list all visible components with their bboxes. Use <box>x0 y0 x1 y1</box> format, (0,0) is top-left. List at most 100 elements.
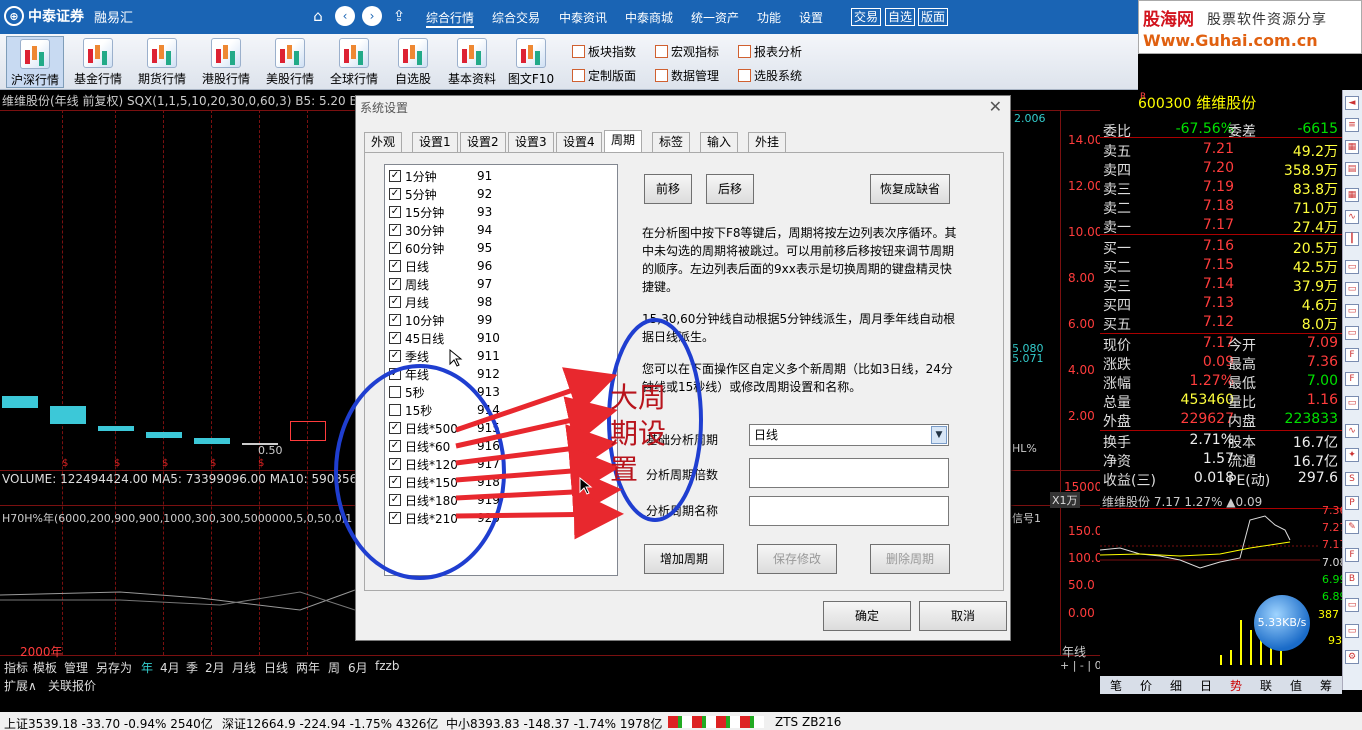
toolbar-link-data-manage[interactable]: 数据管理 <box>655 67 719 84</box>
period-item[interactable]: ✓ 月线 98 <box>389 293 492 311</box>
checkbox[interactable]: ✓ <box>389 368 401 380</box>
toolbar-hs-market[interactable]: 沪深行情 <box>6 36 64 88</box>
upload-icon[interactable]: ⇪ <box>389 6 409 26</box>
list-icon[interactable]: ≡ <box>1345 118 1359 132</box>
multiplier-input[interactable] <box>749 458 949 488</box>
expand-button[interactable]: 扩展∧ <box>4 677 37 694</box>
tab-4月[interactable]: 4月 <box>160 659 180 676</box>
quote-row[interactable]: 卖三 7.19 83.8万 <box>1100 179 1342 198</box>
toolbar-link-stock-picker[interactable]: 选股系统 <box>738 67 802 84</box>
checkbox[interactable]: ✓ <box>389 350 401 362</box>
period-item[interactable]: ✓ 1分钟 91 <box>389 167 492 185</box>
b-icon[interactable]: B <box>1345 572 1359 586</box>
quote-row[interactable]: 涨跌 0.09 最高 7.36 <box>1100 354 1342 373</box>
period-name-input[interactable] <box>749 496 949 526</box>
checkbox[interactable]: ✓ <box>389 458 401 470</box>
add-period-button[interactable]: 增加周期 <box>644 544 724 574</box>
quote-row[interactable]: 收益(三) 0.018 PE(动) 297.6 <box>1100 470 1342 489</box>
delete-period-button[interactable]: 删除周期 <box>870 544 950 574</box>
period-item[interactable]: ✓ 10分钟 99 <box>389 311 492 329</box>
quote-row[interactable]: 买一 7.16 20.5万 <box>1100 238 1342 257</box>
chart-icon[interactable]: ∿ <box>1345 424 1359 438</box>
tab-外观[interactable]: 外观 <box>364 132 403 152</box>
toolbar-fund-market[interactable]: 基金行情 <box>69 36 127 88</box>
tab-年[interactable]: 年 <box>141 659 153 676</box>
menu-综合交易[interactable]: 综合交易 <box>492 9 540 26</box>
period-list[interactable]: ✓ 1分钟 91 ✓ 5分钟 92 ✓ 15分钟 93 ✓ 30分钟 94 ✓ 60分钟 95 ✓ 日线 96 ✓ 周… <box>384 164 618 576</box>
tab-设置2[interactable]: 设置2 <box>460 132 506 152</box>
quote-row[interactable]: 涨幅 1.27% 最低 7.00 <box>1100 373 1342 392</box>
checkbox[interactable]: ✓ <box>389 170 401 182</box>
move-down-button[interactable]: 后移 <box>706 174 754 204</box>
arrow-left-icon[interactable]: ◄ <box>1345 96 1359 110</box>
period-item[interactable]: ✓ 日线*60 916 <box>389 437 500 455</box>
f-icon[interactable]: F <box>1345 348 1359 362</box>
period-item[interactable]: ✓ 60分钟 95 <box>389 239 492 257</box>
checkbox[interactable]: ✓ <box>389 278 401 290</box>
toolbar-f10[interactable]: 图文F10 <box>502 36 560 88</box>
period-item[interactable]: ✓ 5分钟 92 <box>389 185 492 203</box>
menu-中泰资讯[interactable]: 中泰资讯 <box>559 9 607 26</box>
chart-icon[interactable]: ∿ <box>1345 210 1359 224</box>
checkbox[interactable]: ✓ <box>389 494 401 506</box>
right-tab[interactable]: 势 <box>1230 677 1242 694</box>
period-item[interactable]: ✓ 季线 911 <box>389 347 500 365</box>
period-item[interactable]: ✓ 日线 96 <box>389 257 492 275</box>
period-item[interactable]: ✓ 日线*210 920 <box>389 509 500 527</box>
doc-icon[interactable]: ▭ <box>1345 282 1359 296</box>
toolbar-watchlist[interactable]: 自选股 <box>384 36 442 88</box>
period-item[interactable]: ✓ 年线 912 <box>389 365 500 383</box>
checkbox[interactable]: ✓ <box>389 224 401 236</box>
forward-icon[interactable]: › <box>362 6 382 26</box>
checkbox[interactable]: ✓ <box>389 206 401 218</box>
quote-row[interactable]: 换手 2.71% 股本 16.7亿 <box>1100 432 1342 451</box>
doc-icon[interactable]: ▭ <box>1345 326 1359 340</box>
tab-周期[interactable]: 周期 <box>604 130 643 154</box>
right-tab[interactable]: 价 <box>1140 677 1152 694</box>
tab-模板[interactable]: 模板 <box>33 659 57 676</box>
checkbox[interactable]: ✓ <box>389 512 401 524</box>
period-item[interactable]: ✓ 日线*500 915 <box>389 419 500 437</box>
related-quote-button[interactable]: 关联报价 <box>48 677 96 694</box>
right-tab[interactable]: 细 <box>1170 677 1182 694</box>
doc-icon[interactable]: ▭ <box>1345 260 1359 274</box>
checkbox[interactable]: ✓ <box>389 188 401 200</box>
pen-icon[interactable]: ✎ <box>1345 520 1359 534</box>
candle-icon[interactable]: ┃ <box>1345 232 1359 246</box>
quote-row[interactable]: 净资 1.57 流通 16.7亿 <box>1100 451 1342 470</box>
period-item[interactable]: 15秒 914 <box>389 401 500 419</box>
quote-row[interactable]: 买二 7.15 42.5万 <box>1100 257 1342 276</box>
toolbar-basic-info[interactable]: 基本资料 <box>443 36 501 88</box>
checkbox[interactable] <box>389 386 401 398</box>
s-icon[interactable]: S <box>1345 472 1359 486</box>
menu-统一资产[interactable]: 统一资产 <box>691 9 739 26</box>
right-tab[interactable]: 联 <box>1260 677 1272 694</box>
base-period-select[interactable]: 日线 ▼ <box>749 424 949 446</box>
quote-row[interactable]: 买五 7.12 8.0万 <box>1100 314 1342 333</box>
back-icon[interactable]: ‹ <box>335 6 355 26</box>
f-icon[interactable]: F <box>1345 548 1359 562</box>
checkbox[interactable] <box>389 404 401 416</box>
period-item[interactable]: ✓ 日线*120 917 <box>389 455 500 473</box>
tab-外挂[interactable]: 外挂 <box>748 132 787 152</box>
tab-设置3[interactable]: 设置3 <box>508 132 554 152</box>
quote-row[interactable]: 卖五 7.21 49.2万 <box>1100 141 1342 160</box>
tab-6月[interactable]: 6月 <box>348 659 368 676</box>
checkbox[interactable]: ✓ <box>389 296 401 308</box>
toolbar-link-report[interactable]: 报表分析 <box>738 43 802 60</box>
quote-row[interactable]: 卖二 7.18 71.0万 <box>1100 198 1342 217</box>
menu-综合行情[interactable]: 综合行情 <box>426 9 475 28</box>
period-item[interactable]: ✓ 15分钟 93 <box>389 203 492 221</box>
period-item[interactable]: ✓ 日线*150 918 <box>389 473 500 491</box>
f-icon[interactable]: F <box>1345 372 1359 386</box>
toolbar-global-market[interactable]: 全球行情 <box>325 36 383 88</box>
toolbar-link-custom-layout[interactable]: 定制版面 <box>572 67 636 84</box>
grid-icon[interactable]: ▦ <box>1345 140 1359 154</box>
table-icon[interactable]: ▤ <box>1345 162 1359 176</box>
checkbox[interactable]: ✓ <box>389 332 401 344</box>
zoom-controls[interactable]: + | - | 0 <box>1060 659 1102 672</box>
quote-row[interactable]: 买三 7.14 37.9万 <box>1100 276 1342 295</box>
checkbox[interactable]: ✓ <box>389 422 401 434</box>
toolbar-link-sector-index[interactable]: 板块指数 <box>572 43 636 60</box>
tab-月线[interactable]: 月线 <box>232 659 256 676</box>
